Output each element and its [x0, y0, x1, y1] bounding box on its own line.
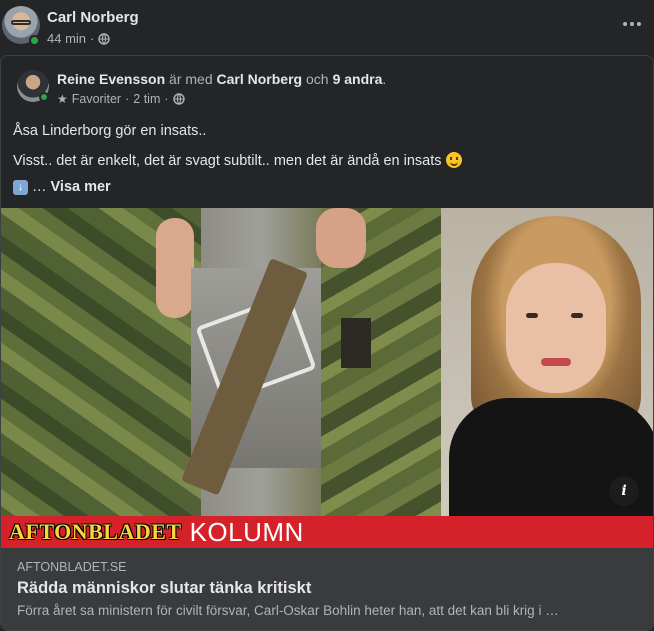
image-rifle-magazine [341, 318, 371, 368]
avatar-glasses [11, 20, 31, 25]
down-arrow-emoji-icon: ↓ [13, 179, 28, 195]
meta-separator: · [90, 31, 95, 46]
link-description: Förra året sa ministern för civilt försv… [17, 603, 559, 618]
with-text: är med [169, 71, 213, 87]
online-status-dot [29, 35, 40, 46]
post-text-line-2: Visst.. det är enkelt, det är svagt subt… [13, 152, 643, 169]
globe-icon [98, 32, 111, 45]
tagged-person[interactable]: Carl Norberg [217, 71, 303, 87]
meta-separator: · [164, 92, 169, 106]
globe-icon [172, 93, 185, 105]
aftonbladet-brand-strip: AFTONBLADET KOLUMN [1, 516, 653, 548]
link-preview-image[interactable]: AFTONBLADET KOLUMN [1, 208, 653, 548]
and-text: och [305, 71, 329, 87]
title-period: . [382, 71, 387, 87]
star-icon: ★ [57, 92, 68, 106]
shared-timestamp[interactable]: 2 tim [133, 92, 160, 106]
post-author-name[interactable]: Carl Norberg [47, 9, 139, 26]
more-options-icon[interactable] [618, 12, 646, 36]
shared-author-name[interactable]: Reine Evensson [57, 71, 165, 87]
post-text-line-1: Åsa Linderborg gör en insats.. [13, 123, 207, 139]
shared-post-card[interactable]: Reine Evensson är med Carl Norberg och 9 … [0, 55, 654, 631]
shared-post-meta: ★ Favoriter · 2 tim · [57, 92, 185, 106]
meta-separator: · [125, 92, 130, 106]
brand-strip-fade [441, 516, 653, 548]
image-hand-left [156, 218, 194, 318]
image-portrait-lips [541, 358, 571, 366]
audience-label: Favoriter [71, 92, 122, 106]
image-hand-middle [316, 208, 366, 268]
post-text-line-2-content: Visst.. det är enkelt, det är svagt subt… [13, 153, 442, 169]
link-title[interactable]: Rädda människor slutar tänka kritiskt [17, 579, 311, 598]
aftonbladet-logo: AFTONBLADET [9, 519, 182, 544]
image-portrait-face [506, 263, 606, 393]
link-domain: AFTONBLADET.SE [17, 560, 127, 574]
shared-post-title: Reine Evensson är med Carl Norberg och 9 … [57, 71, 386, 87]
image-portrait-eyes [526, 313, 538, 318]
post-timestamp[interactable]: 44 min [47, 31, 86, 46]
link-preview-footer[interactable]: AFTONBLADET.SE Rädda människor slutar tä… [1, 548, 653, 630]
post-text-line-3: ↓ … Visa mer [13, 179, 643, 195]
tagged-others[interactable]: 9 andra [333, 71, 383, 87]
post-meta: 44 min · [47, 31, 111, 46]
smile-emoji-icon [445, 152, 462, 168]
post-header: Carl Norberg 44 min · [0, 0, 654, 56]
see-more-link[interactable]: Visa mer [51, 179, 111, 195]
section-label: KOLUMN [189, 516, 304, 547]
info-icon[interactable]: i [609, 476, 639, 506]
shared-online-status-dot [39, 92, 49, 102]
text-ellipsis: … [32, 179, 47, 195]
